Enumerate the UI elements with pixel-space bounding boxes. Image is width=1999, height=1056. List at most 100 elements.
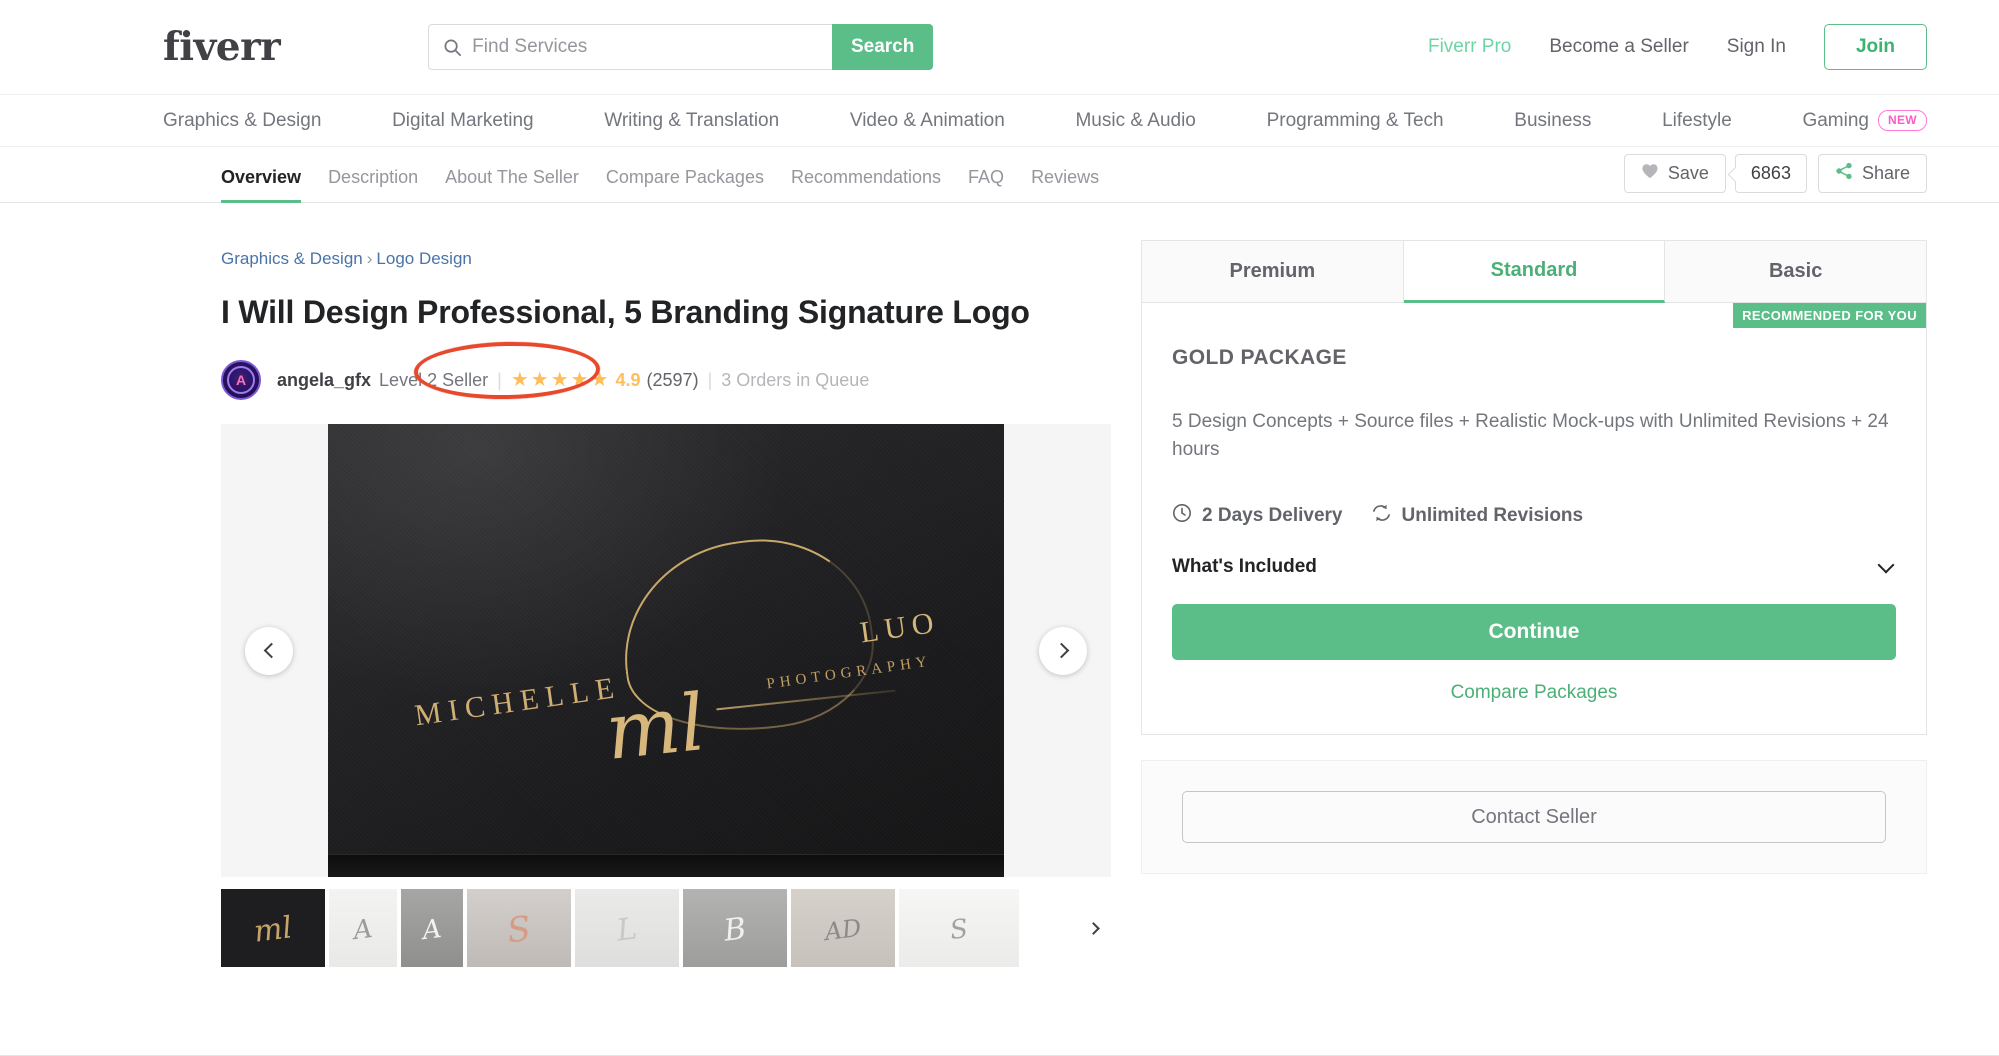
package-card: Premium Standard Basic RECOMMENDED FOR Y…: [1141, 240, 1927, 736]
thumbnail-item[interactable]: AD: [791, 889, 895, 967]
package-tab-basic[interactable]: Basic: [1665, 241, 1927, 303]
contact-seller-button[interactable]: Contact Seller: [1182, 791, 1886, 844]
recommended-badge: RECOMMENDED FOR YOU: [1733, 303, 1926, 328]
tab-description[interactable]: Description: [328, 167, 418, 202]
star-icon: ★: [550, 369, 569, 391]
thumbnail-item[interactable]: S: [467, 889, 571, 967]
logo-brand-line2: LUO: [858, 605, 942, 649]
tab-overview[interactable]: Overview: [221, 167, 302, 203]
package-tabs: Premium Standard Basic: [1142, 241, 1927, 303]
share-button[interactable]: Share: [1817, 154, 1927, 193]
rating-value: 4.9: [615, 369, 641, 390]
logo-brand-line1: MICHELLE: [412, 670, 623, 732]
fiverr-pro-link[interactable]: Fiverr Pro: [1428, 36, 1511, 58]
logo-monogram: ml: [601, 677, 710, 778]
thumbnail-item[interactable]: B: [683, 889, 787, 967]
thumbnail-item[interactable]: A: [329, 889, 397, 967]
chevron-right-icon: [1086, 921, 1100, 935]
package-description: 5 Design Concepts + Source files + Reali…: [1172, 411, 1889, 460]
tab-compare-packages[interactable]: Compare Packages: [606, 167, 764, 202]
category-writing-translation[interactable]: Writing & Translation: [604, 110, 779, 132]
breadcrumb-parent[interactable]: Graphics & Design: [221, 249, 363, 268]
rating-stars: ★ ★ ★ ★ ★: [511, 370, 609, 390]
breadcrumb-separator: ›: [366, 249, 373, 268]
avatar[interactable]: A: [221, 360, 261, 400]
tab-reviews[interactable]: Reviews: [1031, 167, 1099, 202]
gallery-main-image[interactable]: MICHELLE ml LUO PHOTOGRAPHY: [328, 424, 1004, 877]
category-label: Business: [1514, 109, 1592, 131]
star-icon: ★: [590, 369, 609, 391]
become-a-seller-link[interactable]: Become a Seller: [1549, 36, 1688, 58]
category-nav: Graphics & Design Digital Marketing Writ…: [0, 95, 1999, 147]
gallery-next-button[interactable]: [1039, 626, 1087, 675]
package-body: RECOMMENDED FOR YOU GOLD PACKAGE 5 Desig…: [1142, 303, 1926, 734]
page-title: I Will Design Professional, 5 Branding S…: [221, 294, 1030, 330]
delivery-time: 2 Days Delivery: [1172, 503, 1343, 529]
whats-included-toggle[interactable]: What's Included: [1172, 556, 1896, 578]
header-right-nav: Fiverr Pro Become a Seller Sign In Join: [1428, 24, 1927, 70]
package-tab-premium[interactable]: Premium: [1142, 241, 1404, 303]
new-badge: NEW: [1877, 110, 1927, 131]
clock-icon: [1172, 503, 1192, 529]
category-graphics-design[interactable]: Graphics & Design: [163, 110, 321, 132]
category-video-animation[interactable]: Video & Animation: [850, 110, 1005, 132]
thumbnail-label: S: [948, 913, 970, 946]
category-music-audio[interactable]: Music & Audio: [1075, 110, 1195, 132]
chevron-left-icon: [263, 642, 279, 659]
search-button[interactable]: Search: [832, 24, 934, 70]
continue-button[interactable]: Continue: [1172, 604, 1896, 661]
rating-count: (2597): [646, 369, 699, 390]
package-tab-standard[interactable]: Standard: [1403, 241, 1666, 303]
category-label: Music & Audio: [1075, 109, 1196, 131]
gig-tab-nav: Overview Description About The Seller Co…: [0, 147, 1999, 203]
tab-recommendations[interactable]: Recommendations: [791, 167, 941, 202]
category-lifestyle[interactable]: Lifestyle: [1662, 110, 1732, 132]
star-icon: ★: [570, 369, 589, 391]
search-box[interactable]: [428, 24, 833, 70]
category-label: Lifestyle: [1662, 109, 1732, 131]
tab-faq[interactable]: FAQ: [968, 167, 1004, 202]
fiverr-logo[interactable]: fiverr: [163, 27, 281, 67]
category-label: Video & Animation: [849, 109, 1005, 131]
seller-username[interactable]: angela_gfx: [277, 370, 371, 391]
gig-right-column: Premium Standard Basic RECOMMENDED FOR Y…: [1111, 203, 1927, 967]
contact-seller-card: Contact Seller: [1141, 760, 1927, 875]
gig-actions: Save 6863 Share: [1623, 154, 1927, 202]
whats-included-label: What's Included: [1172, 556, 1317, 578]
category-label: Programming & Tech: [1266, 109, 1444, 131]
delivery-label: 2 Days Delivery: [1202, 505, 1343, 527]
save-button[interactable]: Save: [1623, 154, 1726, 193]
refresh-icon: [1371, 503, 1392, 529]
breadcrumb-child[interactable]: Logo Design: [376, 249, 471, 268]
thumbnails-next-button[interactable]: [1081, 914, 1109, 942]
thumbnail-label: AD: [823, 913, 863, 946]
gig-left-column: Graphics & Design › Logo Design I Will Des…: [221, 203, 1111, 967]
seller-info-row: A angela_gfx Level 2 Seller | ★ ★ ★ ★ ★ …: [221, 340, 1111, 404]
thumbnail-item[interactable]: S: [899, 889, 1019, 967]
category-label: Writing & Translation: [604, 109, 780, 131]
category-gaming[interactable]: Gaming NEW: [1802, 110, 1927, 132]
category-programming-tech[interactable]: Programming & Tech: [1267, 110, 1444, 132]
save-count-badge: 6863: [1734, 154, 1807, 193]
compare-packages-link[interactable]: Compare Packages: [1172, 682, 1896, 704]
share-label: Share: [1861, 163, 1910, 183]
category-business[interactable]: Business: [1514, 110, 1591, 132]
avatar-letter: A: [227, 366, 255, 394]
site-header: fiverr Search Fiverr Pro Become a Seller…: [0, 0, 1999, 95]
thumbnail-item[interactable]: ml: [221, 889, 327, 967]
thumbnail-item[interactable]: L: [575, 889, 679, 967]
tab-about-the-seller[interactable]: About The Seller: [445, 167, 579, 202]
thumbnail-item[interactable]: A: [401, 889, 463, 967]
join-button[interactable]: Join: [1823, 24, 1927, 70]
chevron-down-icon: [1877, 556, 1895, 574]
sign-in-link[interactable]: Sign In: [1727, 36, 1786, 58]
thumbnail-label: ml: [251, 909, 295, 950]
divider: |: [497, 369, 502, 390]
package-meta: 2 Days Delivery Unlimited Revisions: [1172, 503, 1896, 529]
share-icon: [1835, 162, 1853, 185]
category-digital-marketing[interactable]: Digital Marketing: [392, 110, 534, 132]
seller-level: Level 2 Seller: [379, 369, 489, 390]
search-input[interactable]: [472, 36, 819, 58]
gallery-prev-button[interactable]: [245, 626, 293, 675]
logo-artwork: MICHELLE ml LUO PHOTOGRAPHY: [386, 524, 946, 789]
